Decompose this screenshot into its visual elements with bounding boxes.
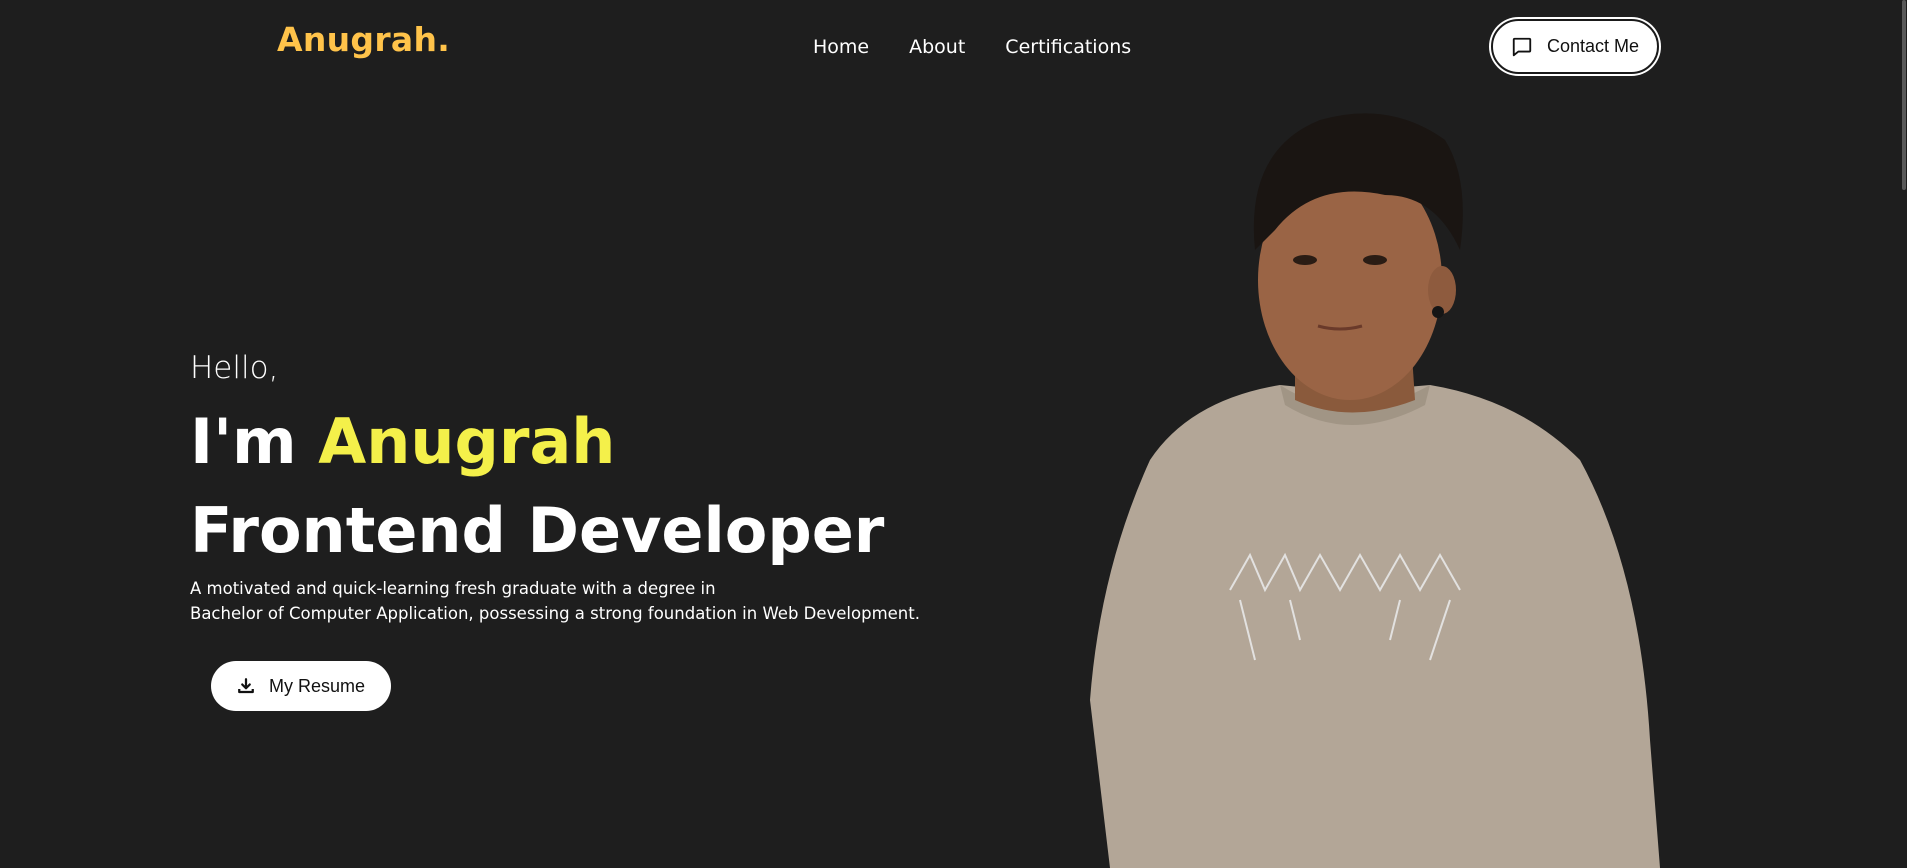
- download-icon: [238, 678, 254, 694]
- hero-description-line-2: Bachelor of Computer Application, posses…: [190, 604, 920, 623]
- my-resume-button[interactable]: My Resume: [211, 661, 391, 711]
- site-logo[interactable]: Anugrah.: [277, 20, 450, 59]
- hero-greeting: Hello,: [190, 350, 279, 386]
- hero-role: Frontend Developer: [190, 494, 885, 567]
- chat-bubble-icon: [1512, 37, 1532, 56]
- hero-description: A motivated and quick-learning fresh gra…: [190, 576, 950, 626]
- hero-intro-name: Anugrah: [318, 405, 616, 478]
- scrollbar-thumb[interactable]: [1902, 0, 1906, 190]
- top-navbar: Anugrah. Home About Certifications Conta…: [0, 0, 1907, 96]
- my-resume-label: My Resume: [268, 675, 366, 696]
- hero-intro-prefix: I'm: [190, 405, 297, 478]
- nav-link-home[interactable]: Home: [813, 36, 869, 58]
- nav-link-about[interactable]: About: [909, 36, 965, 58]
- contact-me-button[interactable]: Contact Me: [1491, 19, 1659, 74]
- page-scrollbar[interactable]: [1901, 0, 1907, 868]
- nav-links: Home About Certifications: [813, 36, 1131, 58]
- contact-me-label: Contact Me: [1546, 36, 1640, 56]
- hero-intro: I'm Anugrah: [190, 405, 615, 478]
- hero-description-line-1: A motivated and quick-learning fresh gra…: [190, 579, 716, 598]
- photo-sweatshirt: [1090, 385, 1660, 868]
- profile-photo: [1090, 113, 1660, 868]
- nav-link-certifications[interactable]: Certifications: [1005, 36, 1131, 58]
